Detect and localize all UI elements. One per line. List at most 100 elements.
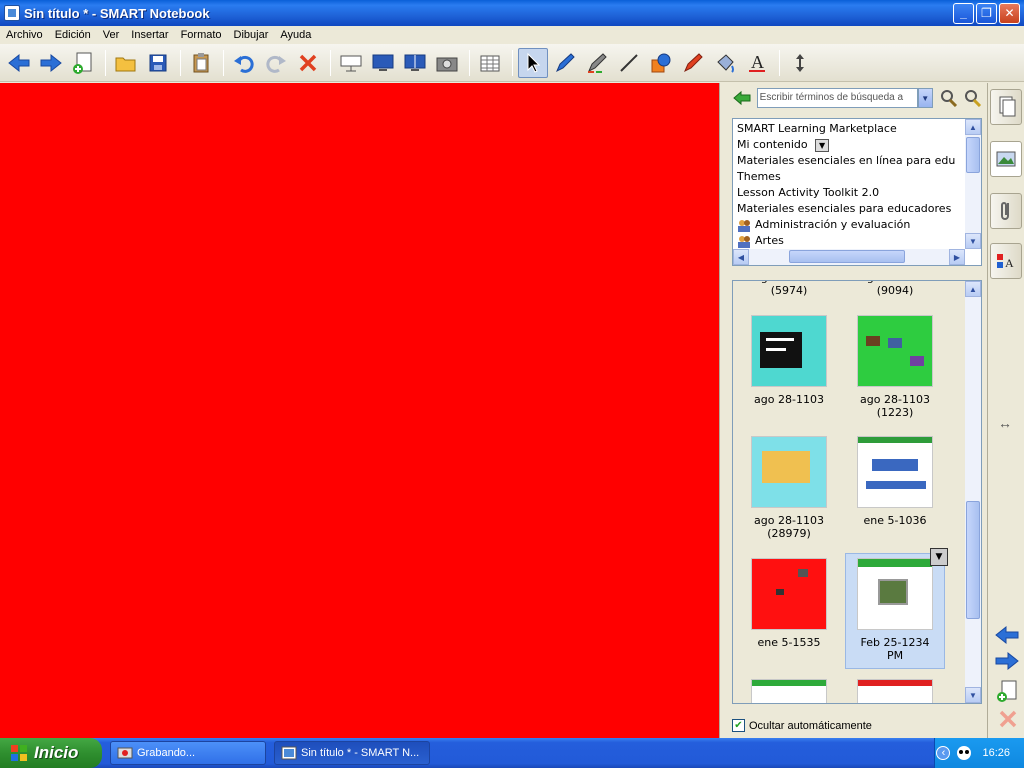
gallery-search-input[interactable]: Escribir términos de búsqueda a bbox=[756, 88, 918, 108]
screen-shade-icon bbox=[340, 55, 362, 71]
delete-button[interactable] bbox=[293, 48, 323, 78]
tree-vertical-scrollbar[interactable]: ▲ ▼ bbox=[965, 119, 981, 249]
thumbnail-item[interactable]: ago 28-1103 (28979) bbox=[739, 436, 839, 540]
paperclip-icon bbox=[1001, 202, 1009, 220]
tab-page-sorter[interactable] bbox=[990, 89, 1022, 125]
side-next-page-button[interactable] bbox=[994, 651, 1020, 674]
tab-attachments[interactable] bbox=[990, 193, 1022, 229]
panda-icon[interactable] bbox=[956, 745, 972, 761]
save-button[interactable] bbox=[143, 48, 173, 78]
scroll-up-button[interactable]: ▲ bbox=[965, 119, 981, 135]
thumbnail-partial[interactable] bbox=[739, 679, 839, 703]
tray-expand-icon[interactable]: ‹ bbox=[936, 746, 951, 760]
thumbnails-scrollbar[interactable]: ▲ ▼ bbox=[965, 281, 981, 703]
redo-icon bbox=[266, 55, 286, 73]
thumbnail-item[interactable]: ene 5-1535 bbox=[739, 558, 839, 649]
menu-ayuda[interactable]: Ayuda bbox=[274, 29, 317, 41]
tree-item-online-essentials[interactable]: Materiales esenciales en línea para edu bbox=[737, 153, 963, 169]
previous-page-button[interactable] bbox=[4, 48, 34, 78]
tree-item-marketplace[interactable]: SMART Learning Marketplace bbox=[737, 121, 963, 137]
back-arrow-icon[interactable] bbox=[732, 90, 751, 106]
scroll-down-button[interactable]: ▼ bbox=[965, 687, 981, 703]
menu-formato[interactable]: Formato bbox=[175, 29, 228, 41]
paste-button[interactable] bbox=[186, 48, 216, 78]
menu-archivo[interactable]: Archivo bbox=[0, 29, 49, 41]
page-canvas[interactable] bbox=[0, 83, 719, 738]
system-tray: ‹ 16:26 bbox=[934, 738, 1024, 768]
move-toolbar-button[interactable] bbox=[785, 48, 815, 78]
open-button[interactable] bbox=[111, 48, 141, 78]
table-icon bbox=[480, 55, 500, 71]
text-tool-button[interactable]: A bbox=[742, 48, 772, 78]
tree-item-administration[interactable]: Administración y evaluación bbox=[737, 217, 963, 233]
scroll-right-button[interactable]: ▶ bbox=[949, 249, 965, 265]
autohide-option[interactable]: ✔ Ocultar automáticamente bbox=[732, 719, 872, 732]
screen-shade-button[interactable] bbox=[336, 48, 366, 78]
fill-tool-button[interactable] bbox=[710, 48, 740, 78]
tab-properties[interactable]: A bbox=[990, 243, 1022, 279]
tree-item-themes[interactable]: Themes bbox=[737, 169, 963, 185]
thumbnail-image bbox=[751, 436, 827, 508]
side-previous-page-button[interactable] bbox=[994, 625, 1020, 648]
dual-page-button[interactable] bbox=[400, 48, 430, 78]
thumbnail-partial[interactable]: ago 27-1036 (9094) bbox=[845, 281, 945, 297]
menu-edicion[interactable]: Edición bbox=[49, 29, 97, 41]
shape-tool-button[interactable] bbox=[646, 48, 676, 78]
magic-pen-button[interactable] bbox=[678, 48, 708, 78]
start-button[interactable]: Inicio bbox=[0, 738, 102, 768]
task-grabando[interactable]: Grabando... bbox=[110, 741, 266, 765]
search-icon[interactable] bbox=[939, 89, 960, 107]
thumbnail-image bbox=[857, 436, 933, 508]
scroll-thumb[interactable] bbox=[966, 501, 980, 619]
pen-tool-button[interactable] bbox=[550, 48, 580, 78]
side-delete-button[interactable] bbox=[998, 709, 1018, 732]
undo-button[interactable] bbox=[229, 48, 259, 78]
table-button[interactable] bbox=[475, 48, 505, 78]
next-page-button[interactable] bbox=[36, 48, 66, 78]
menu-bar: Archivo Edición Ver Insertar Formato Dib… bbox=[0, 26, 1024, 44]
thumbnail-image bbox=[751, 679, 827, 703]
recorder-icon bbox=[117, 747, 133, 759]
redo-button[interactable] bbox=[261, 48, 291, 78]
tree-item-arts[interactable]: Artes bbox=[737, 233, 963, 249]
tree-item-my-content[interactable]: Mi contenido ▼ bbox=[737, 137, 963, 153]
tree-item-lesson-toolkit[interactable]: Lesson Activity Toolkit 2.0 bbox=[737, 185, 963, 201]
minimize-button[interactable]: _ bbox=[953, 2, 974, 24]
scroll-thumb[interactable] bbox=[789, 250, 905, 263]
advanced-search-icon[interactable] bbox=[963, 89, 982, 107]
scroll-thumb[interactable] bbox=[966, 137, 980, 173]
side-tab-strip: A ↔ bbox=[987, 83, 1024, 738]
capture-button[interactable] bbox=[432, 48, 462, 78]
thumbnail-item[interactable]: ago 28-1103 (1223) bbox=[845, 315, 945, 419]
full-screen-button[interactable] bbox=[368, 48, 398, 78]
menu-dibujar[interactable]: Dibujar bbox=[228, 29, 275, 41]
menu-ver[interactable]: Ver bbox=[97, 29, 126, 41]
close-button[interactable]: ✕ bbox=[999, 2, 1020, 24]
creative-pen-button[interactable] bbox=[582, 48, 612, 78]
chevron-down-icon[interactable]: ▼ bbox=[930, 548, 948, 566]
thumbnail-partial[interactable] bbox=[845, 679, 945, 703]
thumbnail-partial[interactable]: ago 27-1036 (5974) bbox=[739, 281, 839, 297]
tree-horizontal-scrollbar[interactable]: ◀ ▶ bbox=[733, 249, 965, 265]
autohide-checkbox[interactable]: ✔ bbox=[732, 719, 745, 732]
tab-gallery[interactable] bbox=[990, 141, 1022, 177]
creative-pen-icon bbox=[588, 52, 607, 73]
maximize-button[interactable]: ❐ bbox=[976, 2, 997, 24]
resize-arrows-icon[interactable]: ↔ bbox=[998, 415, 1012, 431]
thumbnail-item[interactable]: ene 5-1036 bbox=[845, 436, 945, 527]
side-add-page-button[interactable] bbox=[996, 679, 1018, 706]
scroll-up-button[interactable]: ▲ bbox=[965, 281, 981, 297]
chevron-down-icon[interactable]: ▼ bbox=[815, 138, 830, 152]
select-tool-button[interactable] bbox=[518, 47, 548, 78]
search-dropdown-button[interactable]: ▼ bbox=[917, 88, 933, 108]
task-label: Grabando... bbox=[137, 747, 196, 759]
scroll-left-button[interactable]: ◀ bbox=[733, 249, 749, 265]
tree-item-essentials[interactable]: Materiales esenciales para educadores bbox=[737, 201, 963, 217]
line-tool-button[interactable] bbox=[614, 48, 644, 78]
thumbnail-item-selected[interactable]: Feb 25-1234 PM ▼ bbox=[845, 548, 948, 669]
thumbnail-item[interactable]: ago 28-1103 bbox=[739, 315, 839, 406]
menu-insertar[interactable]: Insertar bbox=[125, 29, 174, 41]
add-page-button[interactable] bbox=[68, 48, 98, 78]
scroll-down-button[interactable]: ▼ bbox=[965, 233, 981, 249]
task-smart-notebook[interactable]: Sin título * - SMART N... bbox=[274, 741, 430, 765]
